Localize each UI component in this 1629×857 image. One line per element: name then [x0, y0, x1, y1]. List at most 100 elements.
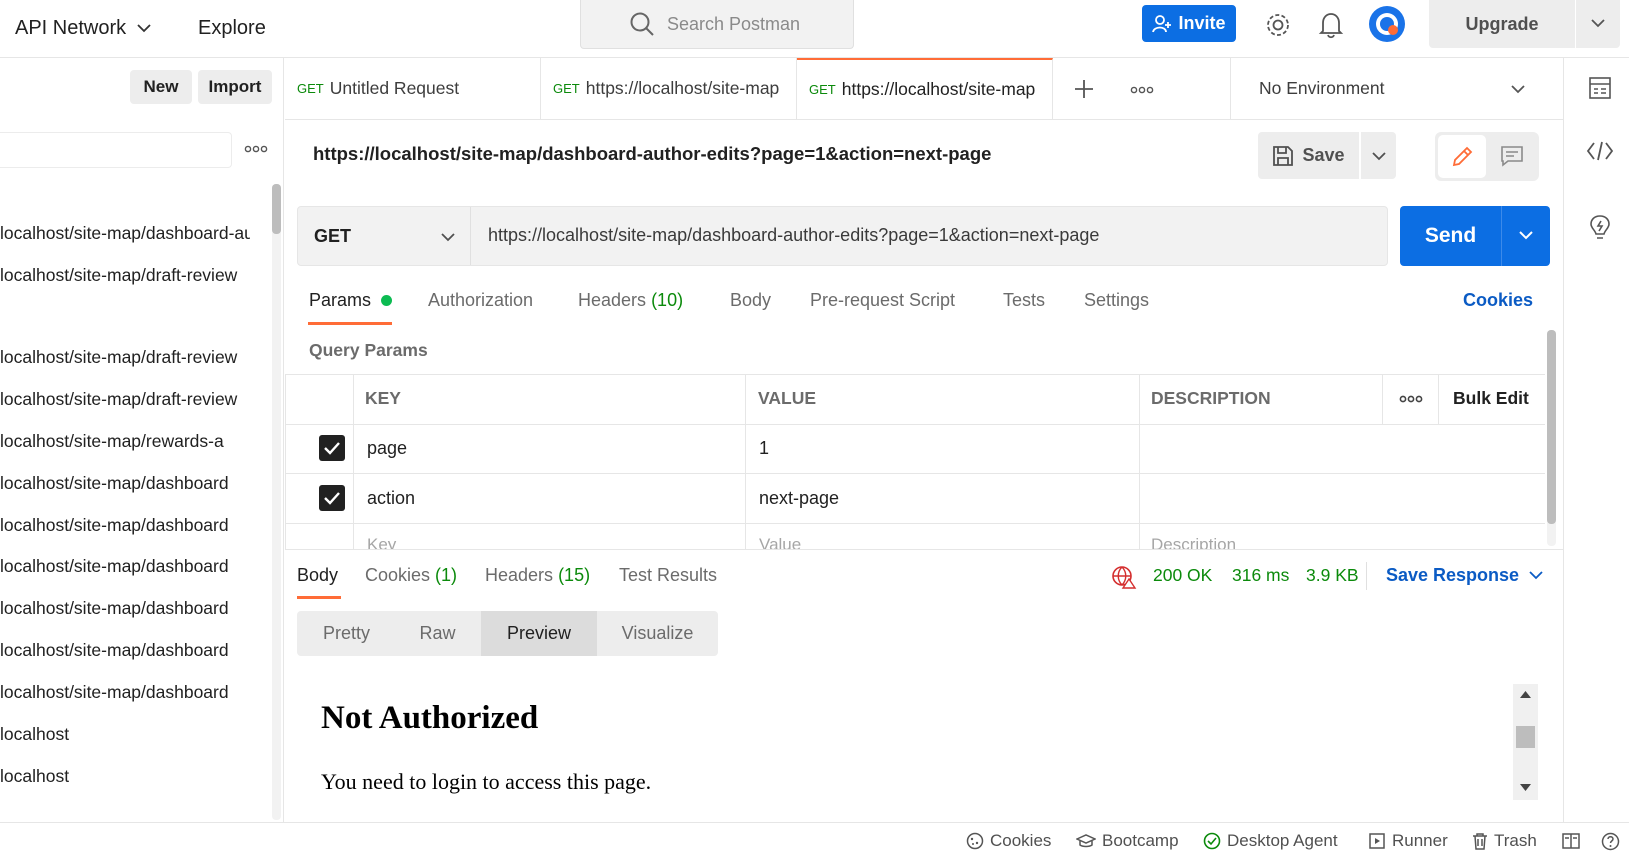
- table-border: [353, 374, 354, 550]
- sidebar-item[interactable]: localhost/site-map/dashboard: [0, 682, 250, 703]
- statusbar-bootcamp[interactable]: Bootcamp: [1076, 831, 1179, 851]
- tab-params[interactable]: Params: [309, 290, 393, 311]
- bell-icon[interactable]: [1318, 11, 1344, 39]
- search-icon: [630, 12, 654, 36]
- bulk-edit-button[interactable]: Bulk Edit: [1453, 388, 1529, 409]
- tab-body[interactable]: Body: [730, 290, 771, 311]
- column-header-value: VALUE: [758, 388, 817, 408]
- sidebar-item[interactable]: localhost/site-map/dashboard: [0, 473, 250, 494]
- sidebar-item[interactable]: localhost/site-map/dashboard: [0, 515, 250, 536]
- sidebar-item[interactable]: localhost/site-map/draft-review: [0, 347, 250, 368]
- sidebar-item[interactable]: localhost/site-map/draft-review: [0, 389, 250, 410]
- method-select[interactable]: GET: [298, 207, 471, 265]
- statusbar-cookies[interactable]: Cookies: [966, 831, 1051, 851]
- tab-label: https://localhost/site-map: [585, 78, 780, 98]
- tab-authorization[interactable]: Authorization: [428, 290, 533, 311]
- sidebar-item[interactable]: localhost: [0, 724, 250, 745]
- tab-untitled-request[interactable]: GET Untitled Request: [285, 58, 541, 119]
- upgrade-button[interactable]: Upgrade: [1429, 0, 1620, 48]
- response-tab-body[interactable]: Body: [297, 565, 338, 586]
- new-value-input[interactable]: Value: [759, 535, 801, 550]
- param-key[interactable]: action: [367, 488, 415, 509]
- row-checkbox[interactable]: [319, 485, 345, 511]
- statusbar-trash[interactable]: Trash: [1472, 831, 1537, 851]
- row-checkbox[interactable]: [319, 435, 345, 461]
- view-raw[interactable]: Raw: [396, 611, 479, 656]
- save-response-button[interactable]: Save Response: [1386, 565, 1543, 586]
- response-size[interactable]: 3.9 KB: [1306, 565, 1359, 586]
- new-description-input[interactable]: Description: [1151, 535, 1236, 550]
- tab-request-active[interactable]: GET https://localhost/site-map: [797, 58, 1053, 119]
- save-icon: [1273, 145, 1294, 166]
- preview-text: You need to login to access this page.: [321, 769, 652, 794]
- workspace-menu[interactable]: API Network: [15, 11, 152, 45]
- check-circle-icon: [1203, 832, 1221, 850]
- param-value[interactable]: next-page: [759, 488, 839, 509]
- param-value[interactable]: 1: [759, 438, 769, 459]
- sidebar-item[interactable]: localhost/site-map/dashboard: [0, 598, 250, 619]
- response-tab-cookies[interactable]: Cookies (1): [365, 565, 457, 586]
- param-key[interactable]: page: [367, 438, 407, 459]
- request-title[interactable]: https://localhost/site-map/dashboard-aut…: [313, 143, 991, 165]
- response-tab-headers[interactable]: Headers (15): [485, 565, 590, 586]
- sidebar-scroll-thumb[interactable]: [272, 184, 281, 234]
- environment-quicklook-icon[interactable]: [1588, 76, 1612, 100]
- import-button[interactable]: Import: [198, 70, 272, 104]
- sidebar-item[interactable]: localhost/site-map/dashboard: [0, 556, 250, 577]
- scroll-up-arrow-icon[interactable]: [1519, 690, 1532, 699]
- plus-icon[interactable]: [1074, 79, 1094, 99]
- explore-link[interactable]: Explore: [198, 11, 266, 45]
- tab-settings[interactable]: Settings: [1084, 290, 1149, 311]
- response-divider[interactable]: [285, 549, 1563, 550]
- new-key-input[interactable]: Key: [367, 535, 396, 550]
- more-tabs-icon[interactable]: [1130, 85, 1154, 95]
- tab-request[interactable]: GET https://localhost/site-map: [541, 58, 797, 119]
- chevron-down-icon[interactable]: [1502, 226, 1550, 246]
- avatar[interactable]: [1368, 5, 1406, 43]
- search-input[interactable]: Search Postman: [580, 0, 854, 49]
- params-scroll-thumb[interactable]: [1547, 330, 1556, 524]
- view-preview[interactable]: Preview: [481, 611, 597, 656]
- two-pane-icon[interactable]: [1562, 832, 1580, 850]
- statusbar-runner[interactable]: Runner: [1368, 831, 1448, 851]
- gear-icon[interactable]: [1264, 11, 1292, 39]
- edit-mode-button[interactable]: [1438, 135, 1486, 178]
- tab-tests[interactable]: Tests: [1003, 290, 1045, 311]
- statusbar-desktop-agent[interactable]: Desktop Agent: [1203, 831, 1338, 851]
- tab-headers[interactable]: Headers (10): [578, 290, 683, 311]
- save-dropdown[interactable]: [1361, 132, 1396, 179]
- comment-icon[interactable]: [1500, 145, 1524, 167]
- sidebar-scrollbar[interactable]: [272, 184, 281, 820]
- check-icon: [324, 442, 340, 455]
- environment-select[interactable]: No Environment: [1230, 58, 1541, 119]
- response-time[interactable]: 316 ms: [1232, 565, 1289, 586]
- sidebar-item[interactable]: localhost/site-map/rewards-a: [0, 431, 250, 452]
- url-input[interactable]: https://localhost/site-map/dashboard-aut…: [488, 225, 1099, 246]
- help-icon[interactable]: [1601, 832, 1620, 851]
- sidebar-item[interactable]: localhost: [0, 766, 250, 787]
- send-button[interactable]: Send: [1400, 206, 1550, 266]
- preview-scroll-thumb[interactable]: [1516, 726, 1535, 748]
- save-button[interactable]: Save: [1258, 132, 1359, 179]
- sidebar-item[interactable]: localhost/site-map/dashboard-author-edit…: [0, 223, 250, 244]
- lightbulb-icon[interactable]: [1588, 214, 1612, 242]
- more-options-icon[interactable]: [1399, 394, 1423, 404]
- tab-prerequest-script[interactable]: Pre-request Script: [810, 290, 955, 311]
- sidebar-filter-input[interactable]: [0, 132, 232, 168]
- new-button[interactable]: New: [130, 70, 192, 104]
- view-pretty[interactable]: Pretty: [297, 611, 396, 656]
- status-code[interactable]: 200 OK: [1153, 565, 1212, 586]
- invite-button[interactable]: Invite: [1142, 5, 1236, 42]
- response-tab-test-results[interactable]: Test Results: [619, 565, 717, 586]
- code-icon[interactable]: [1586, 140, 1614, 162]
- runner-icon: [1369, 833, 1385, 849]
- view-visualize[interactable]: Visualize: [597, 611, 718, 656]
- sidebar-item[interactable]: localhost/site-map/draft-review: [0, 265, 250, 286]
- chevron-down-icon[interactable]: [1576, 14, 1620, 34]
- globe-warning-icon[interactable]: [1111, 565, 1137, 589]
- tab-method: GET: [553, 81, 580, 96]
- more-options-icon[interactable]: [244, 144, 268, 154]
- sidebar-item[interactable]: localhost/site-map/dashboard: [0, 640, 250, 661]
- cookies-link[interactable]: Cookies: [1463, 290, 1533, 311]
- scroll-down-arrow-icon[interactable]: [1519, 783, 1532, 792]
